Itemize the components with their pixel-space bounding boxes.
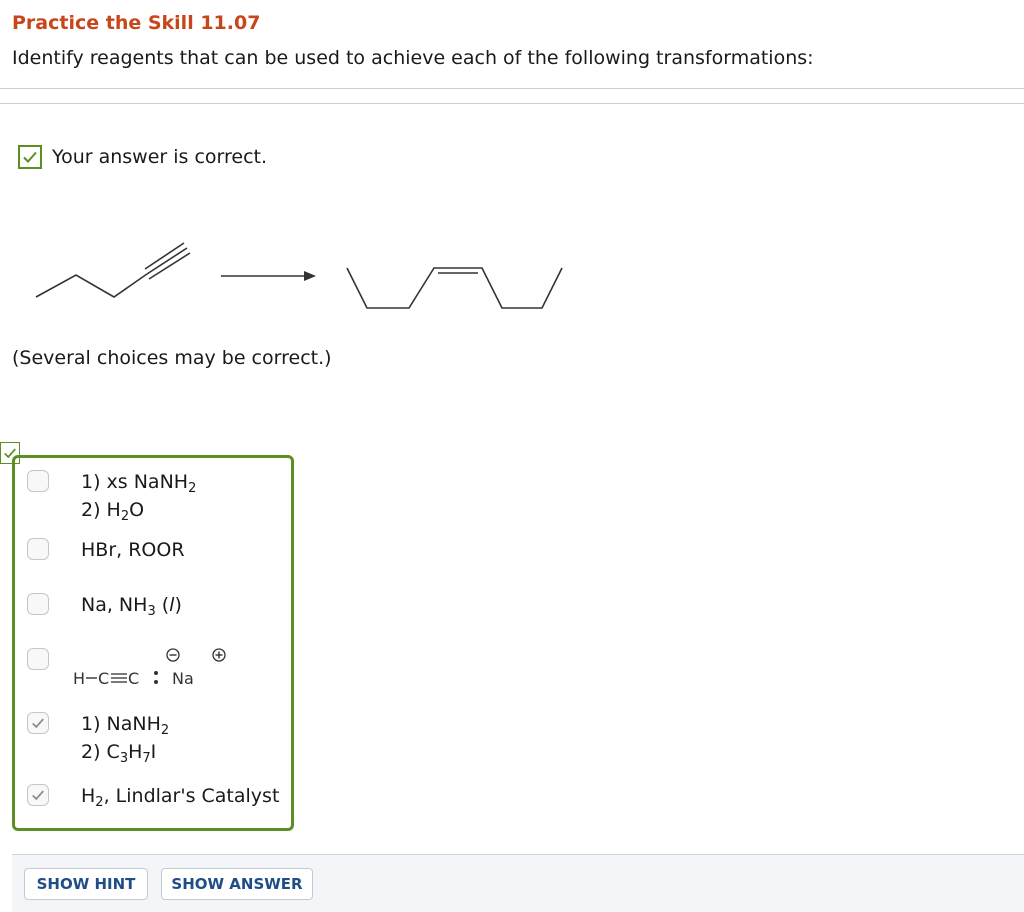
correct-check-icon <box>18 145 42 169</box>
choice-label: 1) NaNH2 2) C3H7I <box>81 713 170 766</box>
feedback-text: Your answer is correct. <box>52 146 268 168</box>
choice-label: H2, Lindlar's Catalyst <box>81 785 280 810</box>
action-bar: SHOW HINT SHOW ANSWER <box>12 854 1024 912</box>
choice-label: HBr, ROOR <box>81 539 185 561</box>
choice-checkbox[interactable] <box>27 538 49 560</box>
svg-text:Na: Na <box>172 669 194 688</box>
choice-na-nh3[interactable]: Na, NH3 (l) <box>27 591 182 619</box>
choice-checkbox[interactable] <box>27 648 49 670</box>
checkmark-icon <box>32 718 44 729</box>
svg-text:C: C <box>128 669 139 688</box>
show-answer-button[interactable]: SHOW ANSWER <box>161 868 313 900</box>
choice-h2-lindlar[interactable]: H2, Lindlar's Catalyst <box>27 782 279 810</box>
answer-choices: 1) xs NaNH2 2) H2O HBr, ROOR Na, NH3 (l)… <box>12 455 294 831</box>
choice-checkbox-checked[interactable] <box>27 784 49 806</box>
reaction-arrow-icon <box>221 271 316 281</box>
svg-text:C: C <box>98 669 109 688</box>
checkmark-icon <box>32 790 44 801</box>
reactant-structure <box>35 242 191 298</box>
divider <box>0 88 1024 89</box>
choice-checkbox[interactable] <box>27 593 49 615</box>
choice-hbr-roor[interactable]: HBr, ROOR <box>27 536 185 564</box>
show-hint-button[interactable]: SHOW HINT <box>24 868 148 900</box>
choice-checkbox-checked[interactable] <box>27 712 49 734</box>
choice-sodium-acetylide[interactable]: H C C Na <box>27 646 233 696</box>
choice-checkbox[interactable] <box>27 470 49 492</box>
svg-text:H: H <box>73 669 85 688</box>
question-prompt: Identify reagents that can be used to ac… <box>12 47 814 69</box>
instruction-note: (Several choices may be correct.) <box>12 347 332 369</box>
acetylide-structure: H C C Na <box>73 640 233 696</box>
page-title: Practice the Skill 11.07 <box>12 12 261 34</box>
product-structure <box>346 267 563 309</box>
choice-xs-nanh2-h2o[interactable]: 1) xs NaNH2 2) H2O <box>27 468 196 524</box>
reaction-scheme <box>14 222 574 332</box>
choice-label: 1) xs NaNH2 2) H2O <box>81 471 197 524</box>
choice-label: Na, NH3 (l) <box>81 594 182 619</box>
choice-nanh2-c3h7i[interactable]: 1) NaNH2 2) C3H7I <box>27 710 169 766</box>
divider <box>0 103 1024 104</box>
answer-feedback: Your answer is correct. <box>18 143 267 171</box>
